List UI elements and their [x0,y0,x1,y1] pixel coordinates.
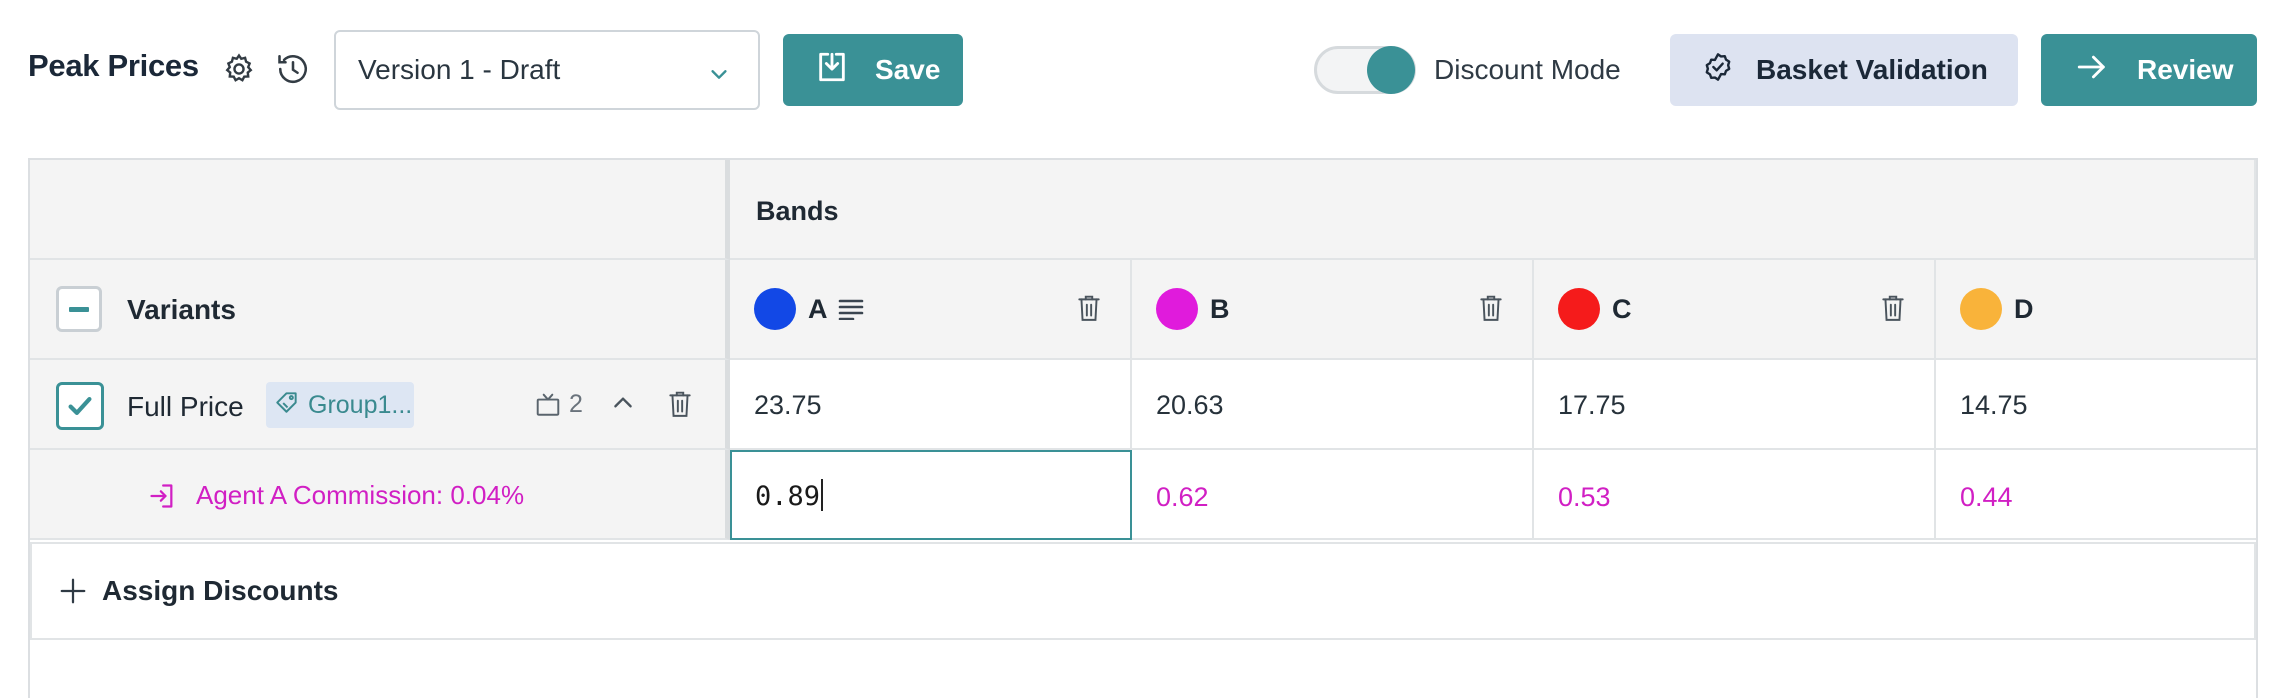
assign-discounts-label: Assign Discounts [102,575,339,606]
page-title: Peak Prices [28,48,199,83]
band-header-d: D [1936,260,2256,360]
variant-row-full-price: Full Price Group1... 2 [30,360,730,450]
discount-mode-label: Discount Mode [1434,54,1621,85]
group-tag[interactable]: Group1... [266,382,414,428]
chevron-down-icon [708,60,730,92]
band-color-dot [754,288,796,330]
discount-mode-toggle[interactable] [1314,46,1416,94]
save-download-icon [815,50,849,91]
login-icon [150,483,173,508]
toggle-knob [1367,46,1415,94]
price-input-value: 0.89 [755,481,821,512]
basket-validation-label: Basket Validation [1756,54,1988,85]
commission-cell[interactable]: 0.53 [1534,450,1936,540]
text-lines-icon[interactable] [838,298,864,325]
basket-validation-button[interactable]: Basket Validation [1670,34,2018,106]
save-button[interactable]: Save [783,34,963,106]
history-icon[interactable] [274,50,312,88]
assign-discounts-button[interactable]: Assign Discounts [30,542,2256,640]
band-name: A [808,294,828,324]
grid-corner-cell [30,160,730,260]
variants-header-label: Variants [127,294,236,325]
linked-count[interactable]: 2 [535,390,583,419]
text-caret [821,478,824,511]
band-name: B [1210,294,1230,324]
band-name: C [1612,294,1632,324]
trash-icon[interactable] [1478,294,1504,327]
band-color-dot [1558,288,1600,330]
badge-check-icon [1702,51,1734,90]
plus-icon [60,578,86,604]
tv-icon [536,393,560,416]
variants-header: Variants [30,260,730,360]
version-select-value: Version 1 - Draft [358,54,561,85]
band-name: D [2014,294,2034,324]
price-grid: Bands Variants A B C D Full Price Group1… [28,158,2258,698]
band-header-c: C [1534,260,1936,360]
review-button-label: Review [2137,54,2234,85]
group-tag-label: Group1... [308,390,413,419]
tag-icon [274,389,300,422]
price-cell[interactable]: 20.63 [1132,360,1534,450]
agent-commission-label: Agent A Commission: 0.04% [196,480,525,510]
row-checkbox[interactable] [56,382,104,430]
price-cell[interactable]: 14.75 [1936,360,2256,450]
price-input-active[interactable]: 0.89 [730,450,1132,540]
version-select[interactable]: Version 1 - Draft [334,30,760,110]
trash-icon[interactable] [1880,294,1906,327]
band-header-a: A [730,260,1132,360]
gear-icon[interactable] [220,50,258,88]
minus-icon [69,306,89,312]
price-cell[interactable]: 17.75 [1534,360,1936,450]
arrow-right-icon [2075,50,2109,91]
collapse-all-checkbox[interactable] [56,286,102,332]
commission-cell[interactable]: 0.44 [1936,450,2256,540]
trash-icon[interactable] [1076,294,1102,327]
review-button[interactable]: Review [2041,34,2257,106]
grid-empty-area [30,642,2256,698]
save-button-label: Save [875,54,941,85]
toolbar: Peak Prices Version 1 - Draft Save Disco… [0,0,2286,142]
band-color-dot [1960,288,2002,330]
price-cell[interactable]: 23.75 [730,360,1132,450]
band-color-dot [1156,288,1198,330]
commission-cell[interactable]: 0.62 [1132,450,1534,540]
bands-header: Bands [730,160,2256,260]
variant-label: Full Price [127,391,244,422]
band-header-b: B [1132,260,1534,360]
bands-header-label: Bands [756,196,839,226]
agent-commission: Agent A Commission: 0.04% [148,480,524,511]
trash-icon[interactable] [667,390,693,423]
linked-count-value: 2 [569,390,583,418]
variant-row-agent-commission: Agent A Commission: 0.04% [30,450,730,540]
chevron-up-icon[interactable] [610,390,636,421]
